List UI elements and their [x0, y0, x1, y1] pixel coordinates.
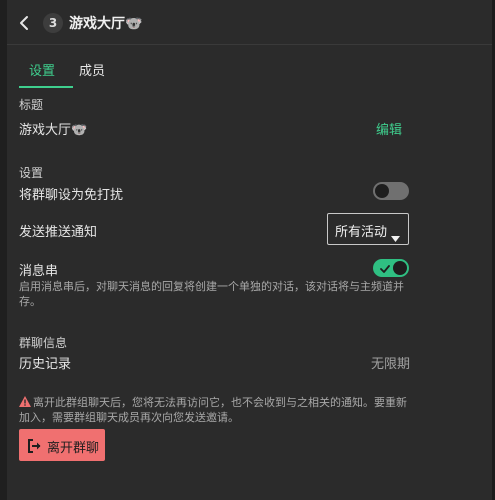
settings-section-label: 设置	[19, 166, 44, 180]
mute-label: 将群聊设为免打扰	[19, 188, 124, 203]
room-name: 游戏大厅🐨	[19, 123, 88, 138]
title-section-label: 标题	[19, 98, 44, 112]
push-notification-value: 所有活动	[335, 225, 388, 240]
threads-label: 消息串	[19, 264, 59, 279]
room-settings-panel: 3 游戏大厅🐨 设置 成员 标题 游戏大厅🐨 编辑 设置 将群聊设为免打扰 发送…	[7, 0, 492, 500]
threads-description: 启用消息串后，对聊天消息的回复将创建一个单独的对话，该对话将与主频道并存。	[19, 280, 404, 308]
toggle-knob	[375, 184, 389, 198]
leave-warning: 离开此群组聊天后，您将无法再访问它，也不会收到与之相关的通知。要重新加入，需要群…	[19, 395, 409, 425]
tab-bar: 设置 成员	[19, 58, 119, 88]
page-title: 游戏大厅🐨	[69, 16, 143, 32]
leave-warning-text: 离开此群组聊天后，您将无法再访问它，也不会收到与之相关的通知。要重新加入，需要群…	[19, 396, 407, 424]
caret-down-icon	[391, 227, 400, 242]
mute-toggle[interactable]	[373, 182, 409, 200]
push-notification-select[interactable]: 所有活动	[327, 213, 409, 245]
edit-title-button[interactable]: 编辑	[376, 119, 402, 138]
tab-settings[interactable]: 设置	[29, 60, 55, 79]
leave-chat-button[interactable]: 离开群聊	[19, 429, 105, 461]
left-edge	[0, 0, 7, 500]
back-arrow-icon[interactable]	[17, 14, 33, 32]
history-value: 无限期	[371, 357, 411, 372]
toggle-knob	[393, 261, 407, 275]
tab-members[interactable]: 成员	[79, 60, 105, 79]
member-count-badge: 3	[43, 13, 63, 33]
history-label: 历史记录	[19, 357, 72, 372]
threads-toggle[interactable]	[373, 259, 409, 277]
warning-icon	[19, 396, 31, 407]
active-tab-indicator	[19, 86, 73, 88]
sign-out-icon	[28, 438, 42, 453]
info-section-label: 群聊信息	[19, 336, 68, 350]
push-notification-label: 发送推送通知	[19, 225, 98, 240]
check-icon	[378, 261, 392, 275]
leave-chat-label: 离开群聊	[47, 441, 100, 456]
header: 3 游戏大厅🐨	[7, 0, 492, 45]
